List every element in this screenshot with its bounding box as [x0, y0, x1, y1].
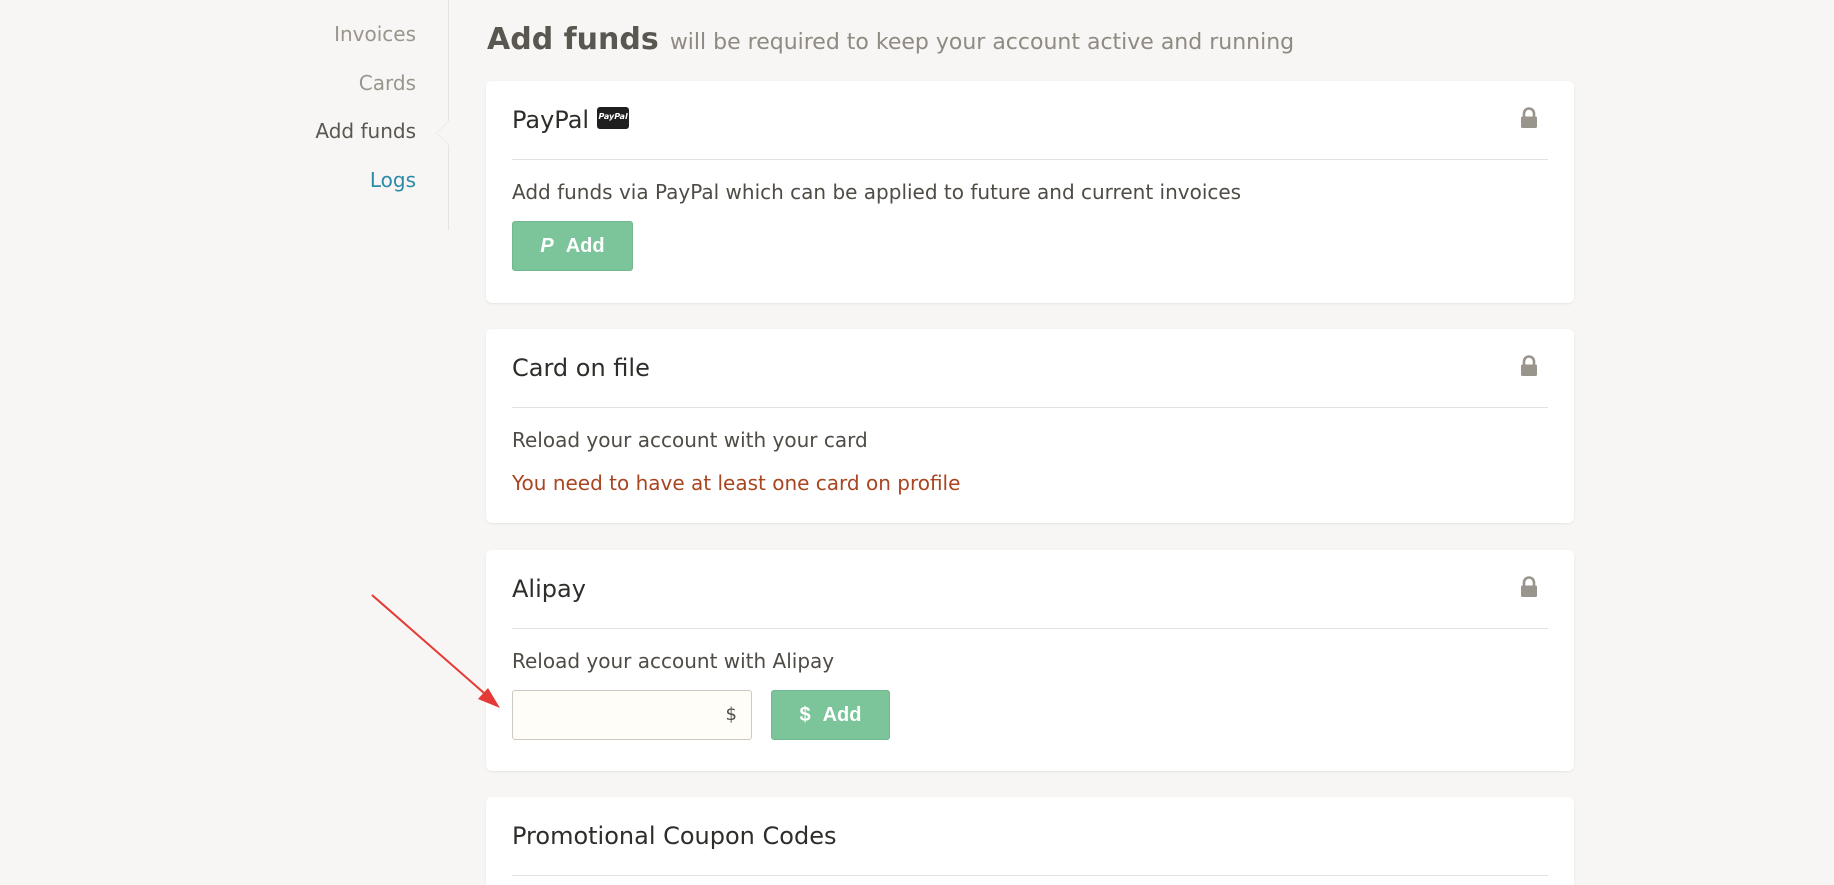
sidebar-item-add-funds[interactable]: Add funds: [315, 119, 416, 143]
paypal-card: PayPal PayPal Add funds via PayPal which …: [486, 81, 1574, 303]
alipay-card-header: Alipay: [512, 550, 1548, 629]
paypal-description: Add funds via PayPal which can be applie…: [512, 180, 1242, 204]
active-indicator: [437, 121, 449, 145]
page-title: Add funds: [487, 22, 659, 57]
paypal-add-label: Add: [565, 234, 605, 257]
lock-icon: [1521, 355, 1537, 376]
coupon-card-title: Promotional Coupon Codes: [512, 822, 837, 850]
alipay-card: Alipay Reload your account with Alipay $…: [486, 550, 1574, 771]
alipay-add-button[interactable]: $ Add: [771, 690, 890, 740]
paypal-card-header: PayPal PayPal: [512, 81, 1548, 160]
paypal-icon: P: [540, 234, 554, 257]
currency-symbol: $: [725, 704, 737, 725]
lock-icon: [1521, 107, 1537, 128]
lock-icon: [1521, 576, 1537, 597]
paypal-card-title: PayPal PayPal: [512, 106, 630, 134]
card-on-file-card: Card on file Reload your account with yo…: [486, 329, 1574, 523]
card-on-file-warning: You need to have at least one card on pr…: [512, 471, 961, 495]
sidebar-item-cards[interactable]: Cards: [359, 71, 416, 95]
paypal-add-button[interactable]: P Add: [512, 221, 633, 271]
alipay-amount-field: $: [512, 690, 752, 740]
card-on-file-description: Reload your account with your card: [512, 428, 868, 452]
billing-sidebar: Invoices Cards Add funds Logs: [0, 0, 449, 230]
page-heading: Add funds will be required to keep your …: [487, 22, 1294, 57]
sidebar-item-invoices[interactable]: Invoices: [334, 22, 416, 46]
alipay-description: Reload your account with Alipay: [512, 649, 835, 673]
sidebar-item-logs[interactable]: Logs: [370, 168, 416, 192]
paypal-badge-text: PayPal: [598, 112, 628, 121]
paypal-logo-icon: PayPal: [597, 107, 630, 129]
alipay-add-label: Add: [822, 703, 862, 726]
billing-page: Invoices Cards Add funds Logs Add funds …: [0, 0, 1834, 885]
coupon-card: Promotional Coupon Codes: [486, 797, 1574, 885]
page-subtitle: will be required to keep your account ac…: [669, 30, 1295, 55]
alipay-card-title: Alipay: [512, 575, 586, 603]
card-on-file-title: Card on file: [512, 354, 650, 382]
alipay-amount-input[interactable]: [513, 691, 713, 739]
coupon-card-header: Promotional Coupon Codes: [512, 797, 1548, 876]
card-on-file-header: Card on file: [512, 329, 1548, 408]
paypal-title-text: PayPal: [512, 106, 590, 134]
dollar-icon: $: [799, 703, 811, 726]
